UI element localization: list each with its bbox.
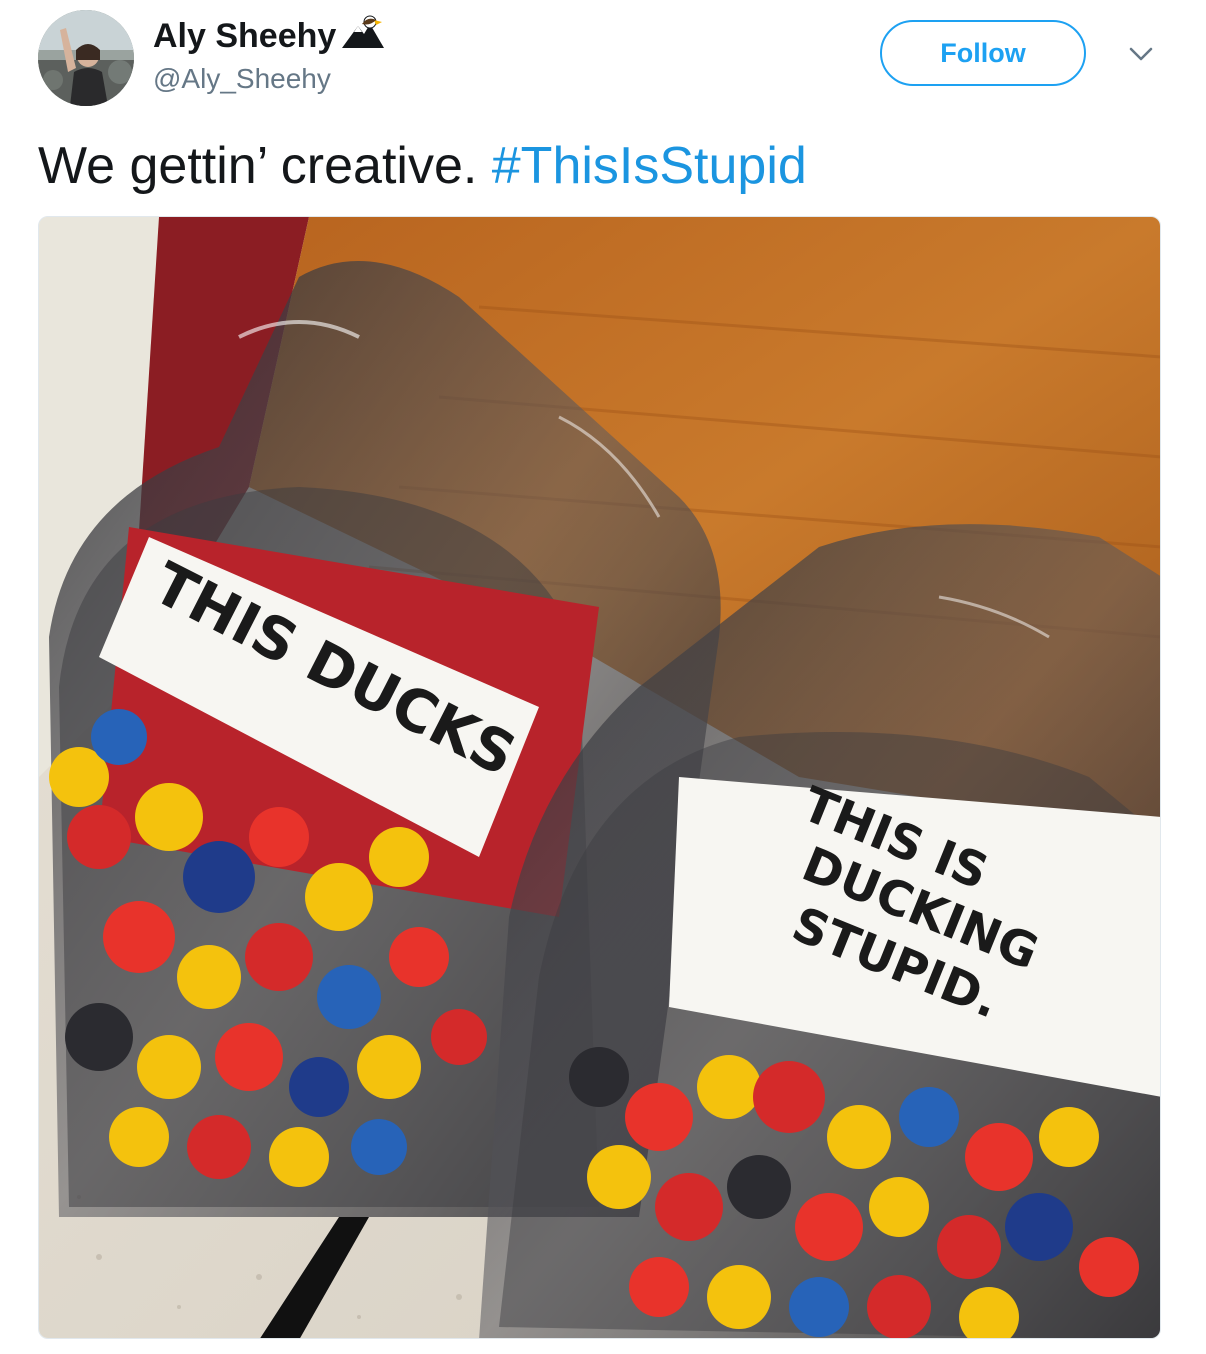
tweet-photo[interactable]: THIS DUCKS THIS IS DUCKING STUPID. bbox=[38, 216, 1161, 1339]
avatar[interactable] bbox=[38, 10, 134, 106]
tweet-text: We gettin’ creative. #ThisIsStupid bbox=[38, 134, 807, 198]
tweet-body: We gettin’ creative. bbox=[38, 137, 478, 195]
chevron-down-icon[interactable] bbox=[1128, 44, 1154, 64]
avatar-photo bbox=[38, 10, 134, 106]
display-name-text: Aly Sheehy bbox=[153, 17, 337, 55]
backpacks-photo: THIS DUCKS THIS IS DUCKING STUPID. bbox=[39, 217, 1160, 1338]
eagle-icon bbox=[340, 14, 386, 61]
hashtag-link[interactable]: #ThisIsStupid bbox=[492, 137, 807, 195]
user-handle[interactable]: @Aly_Sheehy bbox=[153, 60, 331, 98]
display-name[interactable]: Aly Sheehy bbox=[153, 14, 386, 61]
follow-button[interactable]: Follow bbox=[880, 20, 1086, 86]
tweet-card: Aly Sheehy @Aly_Sheehy Follow We gettin’… bbox=[0, 0, 1206, 1354]
